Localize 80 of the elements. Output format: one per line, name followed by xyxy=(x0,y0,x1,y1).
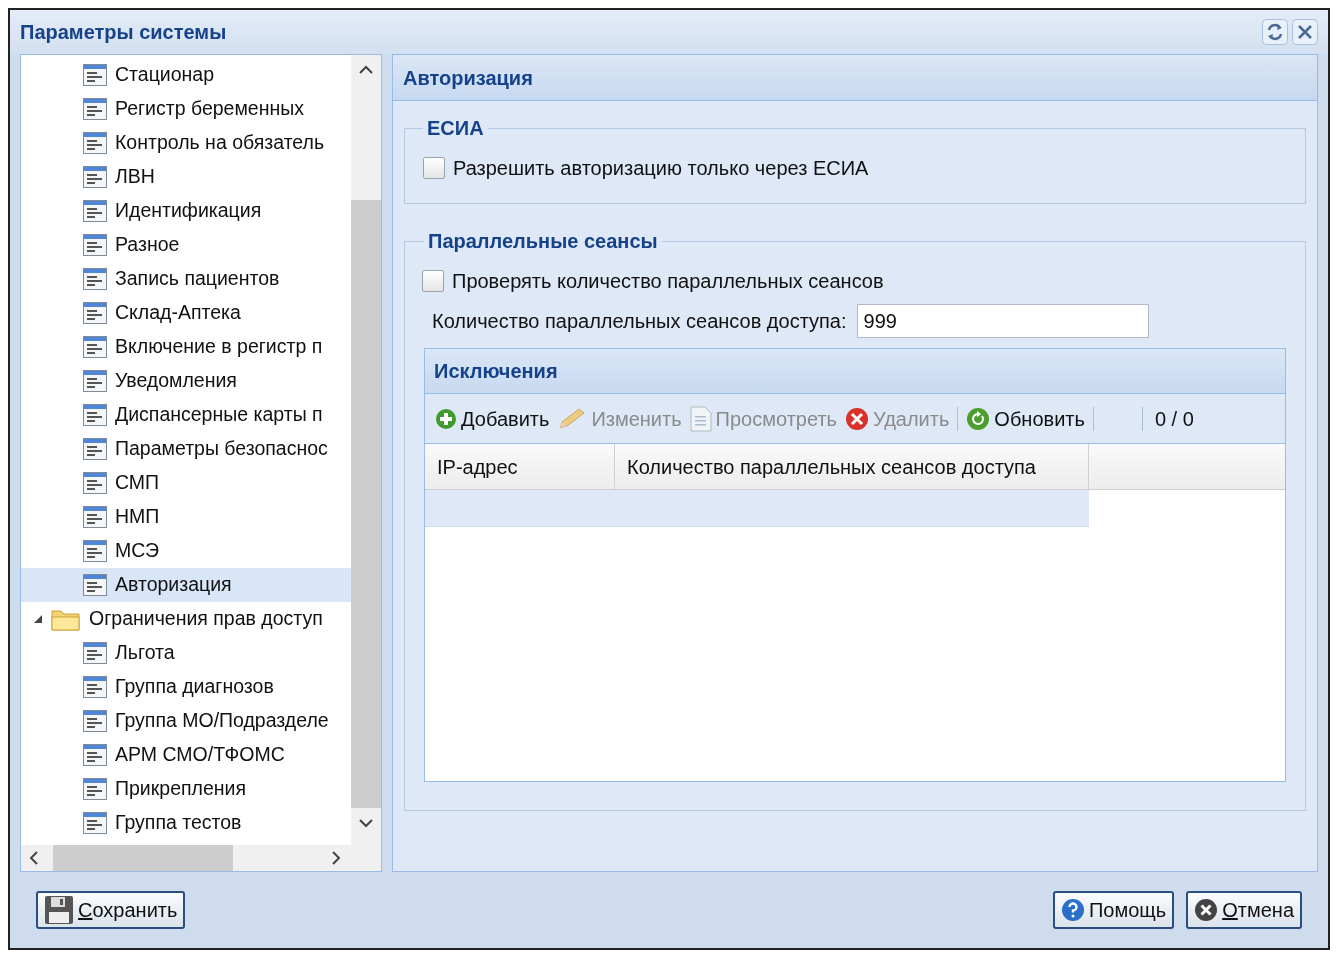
tree-item[interactable]: МСЭ xyxy=(21,534,351,568)
fieldset-legend: Параллельные сеансы xyxy=(428,230,658,252)
tree-item[interactable]: АРМ СМО/ТФОМС xyxy=(21,738,351,772)
tree-item[interactable]: Разное xyxy=(21,228,351,262)
vertical-scrollbar[interactable] xyxy=(351,55,381,845)
toolbar-button[interactable]: Обновить xyxy=(966,403,1085,434)
tree-item[interactable]: Группа тестов xyxy=(21,806,351,840)
scroll-right-icon[interactable] xyxy=(331,850,341,866)
close-icon[interactable] xyxy=(1292,19,1318,45)
fieldset-legend: ЕСИА xyxy=(427,117,484,139)
list-document-icon xyxy=(83,744,107,766)
tree-item[interactable]: Запись пациентов xyxy=(21,262,351,296)
scroll-up-icon[interactable] xyxy=(358,65,374,75)
list-document-icon xyxy=(83,200,107,222)
list-document-icon xyxy=(83,404,107,426)
list-document-icon xyxy=(83,336,107,358)
list-document-icon xyxy=(83,64,107,86)
checkbox[interactable] xyxy=(423,157,445,179)
list-document-icon xyxy=(83,438,107,460)
column-header[interactable]: Количество параллельных сеансов доступа xyxy=(615,444,1089,489)
scroll-left-icon[interactable] xyxy=(29,850,39,866)
refresh-arrows-icon[interactable] xyxy=(1262,19,1288,45)
tree-item[interactable]: Прикрепления xyxy=(21,772,351,806)
checkbox-label[interactable]: Разрешить авторизацию только через ЕСИА xyxy=(453,153,869,183)
dialog-button[interactable]: Отмена xyxy=(1186,891,1302,929)
session-count-field[interactable]: 999 xyxy=(856,304,1149,338)
list-document-icon xyxy=(83,234,107,256)
tree-item[interactable]: Параметры безопаснос xyxy=(21,432,351,466)
tree-item[interactable]: Льгота xyxy=(21,636,351,670)
dialog-button[interactable]: Сохранить xyxy=(36,891,186,929)
tree-item[interactable]: Группа МО/Подразделе xyxy=(21,704,351,738)
field-label: Количество параллельных сеансов доступа: xyxy=(432,309,847,334)
cancel-icon xyxy=(1194,898,1219,922)
plus-icon xyxy=(435,407,457,430)
tree-item[interactable]: Диспансерные карты п xyxy=(21,398,351,432)
tree-item[interactable]: Идентификация xyxy=(21,194,351,228)
list-document-icon xyxy=(83,472,107,494)
checkbox[interactable] xyxy=(422,270,444,292)
list-document-icon xyxy=(83,98,107,120)
toolbar-button[interactable]: Добавить xyxy=(435,403,550,434)
scroll-down-icon[interactable] xyxy=(358,818,374,828)
list-document-icon xyxy=(83,302,107,324)
panel-title: Авторизация xyxy=(403,65,533,91)
column-header[interactable]: IP-адрес xyxy=(425,444,615,489)
help-icon xyxy=(1061,898,1085,922)
tree-item[interactable]: Группа диагнозов xyxy=(21,670,351,704)
tree-item[interactable]: СМП xyxy=(21,466,351,500)
tree-item[interactable]: ЛВН xyxy=(21,160,351,194)
tree-item[interactable]: Регистр беременных xyxy=(21,92,351,126)
tree-item[interactable]: Ограничения прав доступ xyxy=(21,602,351,636)
grid-title: Исключения xyxy=(434,359,558,384)
record-count: 0 / 0 xyxy=(1154,406,1194,432)
tree-item[interactable]: Контроль на обязатель xyxy=(21,126,351,160)
document-icon xyxy=(689,405,712,432)
list-document-icon xyxy=(83,132,107,154)
delete-icon xyxy=(845,406,869,431)
window-title: Параметры системы xyxy=(20,20,227,45)
tree-item[interactable]: Авторизация xyxy=(21,568,351,602)
list-document-icon xyxy=(83,506,107,528)
list-document-icon xyxy=(83,778,107,800)
list-document-icon xyxy=(83,574,107,596)
tree-item[interactable]: Включение в регистр п xyxy=(21,330,351,364)
list-document-icon xyxy=(83,710,107,732)
list-document-icon xyxy=(83,812,107,834)
refresh-icon xyxy=(966,406,991,431)
tree-item[interactable]: Стационар xyxy=(21,58,351,92)
dialog-button[interactable]: Помощь xyxy=(1053,891,1175,929)
checkbox-label[interactable]: Проверять количество параллельных сеансов xyxy=(452,266,884,296)
list-document-icon xyxy=(83,268,107,290)
list-document-icon xyxy=(83,540,107,562)
tree-item[interactable]: Склад-Аптека xyxy=(21,296,351,330)
list-document-icon xyxy=(83,370,107,392)
list-document-icon xyxy=(83,642,107,664)
list-document-icon xyxy=(83,166,107,188)
folder-icon xyxy=(51,607,81,631)
horizontal-scrollbar[interactable] xyxy=(21,845,381,871)
tree-item[interactable]: НМП xyxy=(21,500,351,534)
list-document-icon xyxy=(83,676,107,698)
tree-item[interactable]: Уведомления xyxy=(21,364,351,398)
expand-triangle-icon[interactable] xyxy=(33,614,43,624)
